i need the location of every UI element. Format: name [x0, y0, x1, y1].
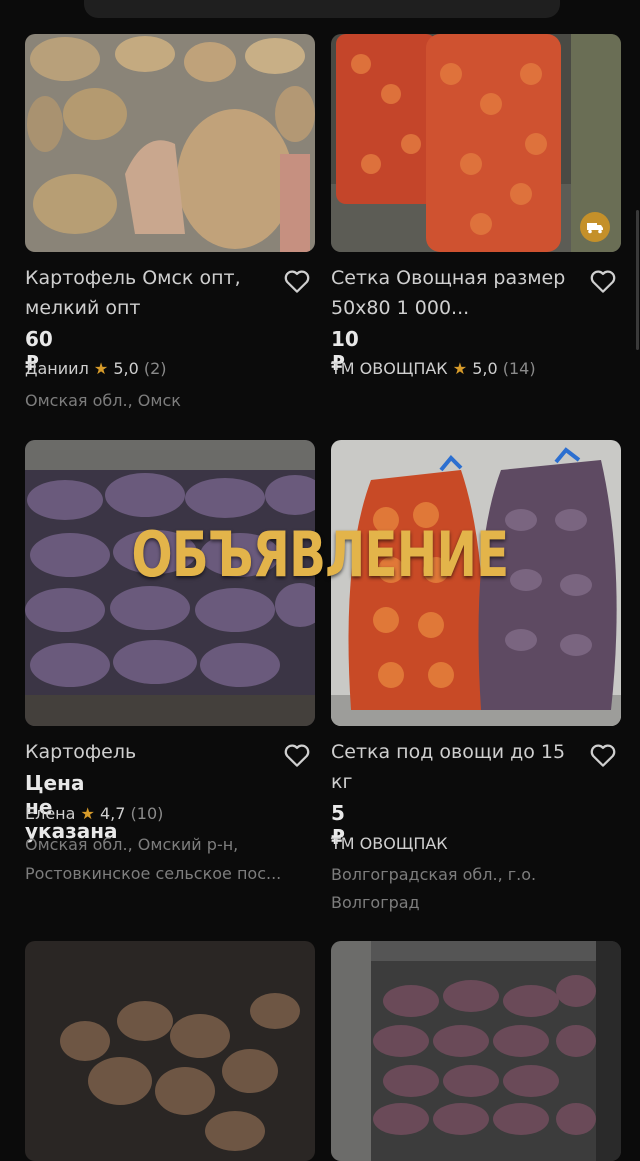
heart-icon[interactable] [282, 740, 312, 770]
listing-title[interactable]: Сетка Овощная размер 50х80 1 000... [331, 263, 581, 323]
overlay-caption: ОБЪЯВЛЕНИЕ [131, 518, 510, 591]
scrollbar[interactable] [636, 210, 639, 350]
listing-photo[interactable] [25, 941, 315, 1161]
listing-location: Омская обл., Омский р-н, [25, 835, 239, 854]
seller-reviews: (2) [143, 359, 167, 378]
truck-icon [580, 212, 610, 242]
heart-icon[interactable] [588, 740, 618, 770]
seller-rating: 4,7 [99, 804, 126, 823]
seller-reviews: (10) [130, 804, 164, 823]
listing-title[interactable]: Картофель Омск опт, мелкий опт [25, 263, 275, 323]
seller-name[interactable]: Даниил [25, 359, 89, 378]
listing-photo[interactable] [25, 34, 315, 252]
seller-reviews: (14) [502, 359, 536, 378]
listing-seller[interactable]: Елена ★ 4,7 (10) [25, 804, 163, 823]
search-bar[interactable] [84, 0, 560, 18]
seller-name[interactable]: ТМ ОВОЩПАК [331, 834, 448, 853]
star-icon: ★ [93, 359, 109, 378]
seller-rating: 5,0 [472, 359, 498, 378]
listing-location-line2: Ростовкинское сельское пос... [25, 864, 282, 883]
listing-location: Омская обл., Омск [25, 391, 181, 410]
listing-photo[interactable] [331, 34, 621, 252]
listing-location: Волгоградская обл., г.о. [331, 865, 537, 884]
listing-seller[interactable]: Даниил ★ 5,0 (2) [25, 359, 167, 378]
listing-seller[interactable]: ТМ ОВОЩПАК ★ 5,0 (14) [331, 359, 536, 378]
listing-title[interactable]: Сетка под овощи до 15 кг [331, 737, 581, 797]
listing-photo[interactable] [331, 941, 621, 1161]
heart-icon[interactable] [588, 266, 618, 296]
listing-title[interactable]: Картофель [25, 737, 275, 767]
star-icon: ★ [452, 359, 468, 378]
listing-location-line2: Волгоград [331, 893, 420, 912]
heart-icon[interactable] [282, 266, 312, 296]
seller-rating: 5,0 [113, 359, 139, 378]
seller-name[interactable]: ТМ ОВОЩПАК [331, 359, 448, 378]
listing-seller[interactable]: ТМ ОВОЩПАК [331, 834, 448, 853]
star-icon: ★ [80, 804, 95, 823]
seller-name[interactable]: Елена [25, 804, 75, 823]
